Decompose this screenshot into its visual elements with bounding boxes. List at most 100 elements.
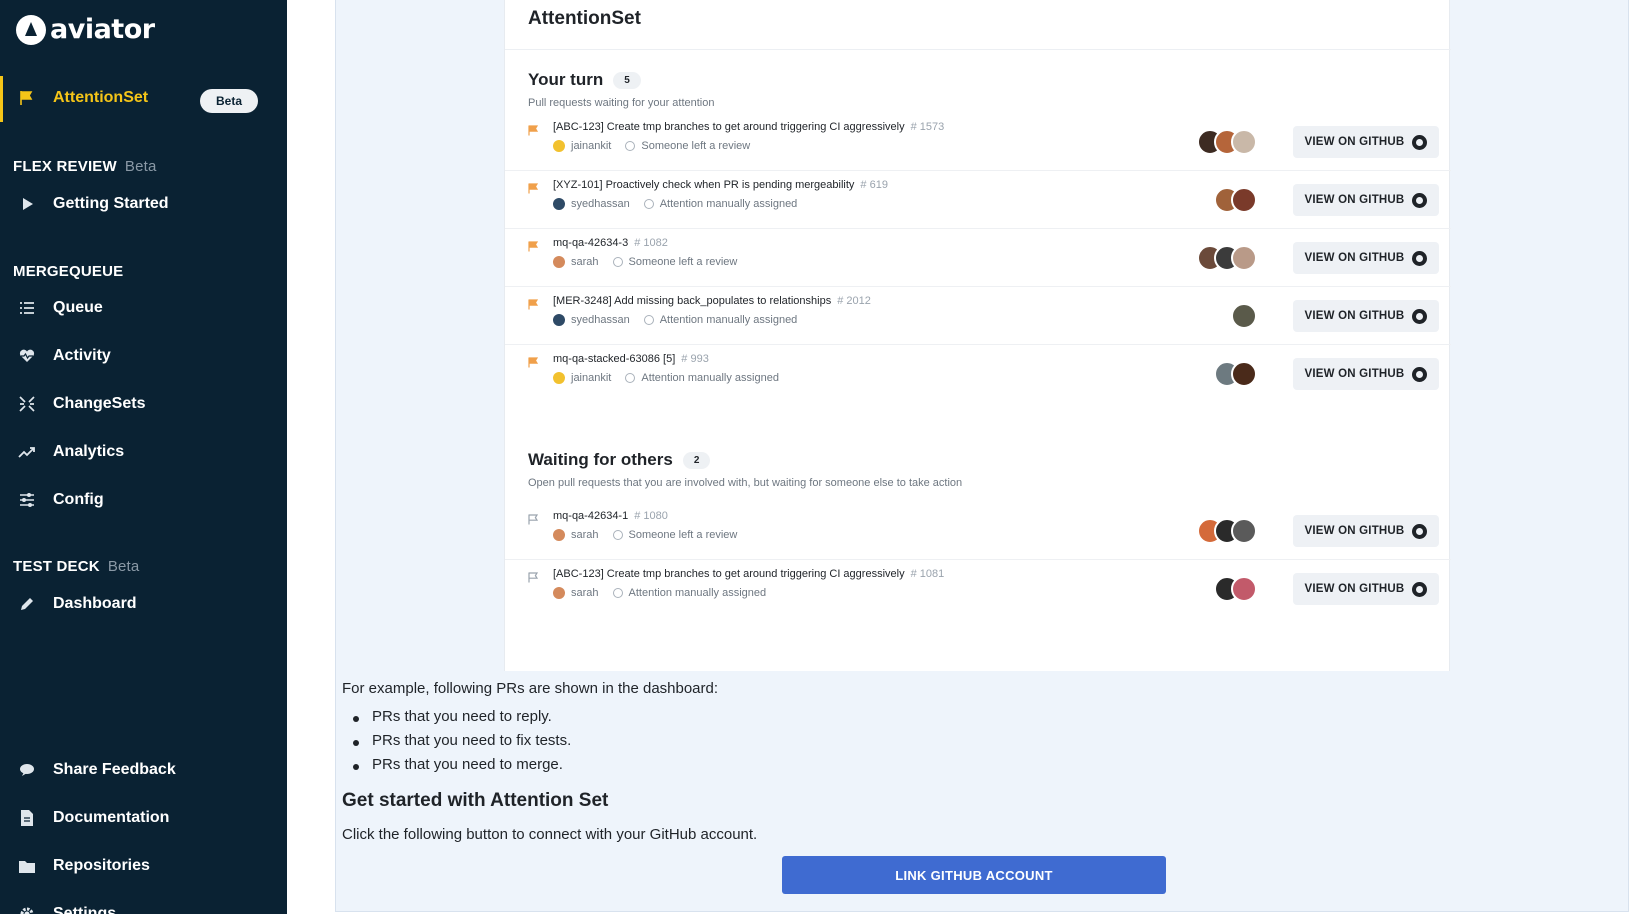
button-label: VIEW ON GITHUB bbox=[1304, 194, 1405, 206]
author-avatar bbox=[553, 529, 565, 541]
list-item: PRs that you need to merge. bbox=[342, 756, 571, 780]
status-circle-icon bbox=[612, 588, 623, 598]
sidebar-item-queue[interactable]: Queue bbox=[0, 288, 287, 328]
pr-title[interactable]: [ABC-123] Create tmp branches to get aro… bbox=[553, 568, 944, 580]
pr-title[interactable]: mq-qa-42634-1 # 1080 bbox=[553, 510, 668, 522]
section-title-text: FLEX REVIEW bbox=[13, 158, 117, 175]
github-icon bbox=[1412, 192, 1428, 208]
view-on-github-button[interactable]: VIEW ON GITHUB bbox=[1293, 126, 1439, 158]
pr-number: # 993 bbox=[681, 353, 709, 365]
sidebar-item-label: Analytics bbox=[53, 443, 125, 460]
sidebar-item-label: Dashboard bbox=[53, 595, 137, 612]
group-title: Your turn bbox=[528, 70, 604, 89]
section-heading: Get started with Attention Set bbox=[342, 790, 609, 811]
sidebar-item-documentation[interactable]: Documentation bbox=[0, 798, 287, 838]
brand-name: aviator bbox=[50, 14, 155, 45]
card-title: AttentionSet bbox=[528, 8, 641, 29]
sidebar-item-settings[interactable]: Settings bbox=[0, 894, 287, 914]
play-icon bbox=[16, 195, 38, 213]
main-content: AttentionSet Your turn 5 Pull requests w… bbox=[335, 0, 1629, 912]
flag-icon bbox=[528, 241, 539, 252]
sidebar-item-dashboard[interactable]: Dashboard bbox=[0, 584, 287, 624]
reviewer-avatars bbox=[1214, 361, 1257, 387]
pr-title[interactable]: [XYZ-101] Proactively check when PR is p… bbox=[553, 179, 888, 191]
sidebar-item-config[interactable]: Config bbox=[0, 480, 287, 520]
pr-row[interactable]: mq-qa-42634-1 # 1080 sarah Someone left a r… bbox=[505, 502, 1451, 560]
doc-body: Click the following button to connect wi… bbox=[342, 826, 758, 843]
avatar bbox=[1231, 129, 1257, 155]
attentionset-preview-card: AttentionSet Your turn 5 Pull requests w… bbox=[504, 0, 1451, 671]
flag-icon bbox=[528, 183, 539, 194]
pr-number: # 1081 bbox=[910, 568, 945, 580]
pr-meta: sarah Someone left a review bbox=[553, 529, 737, 541]
divider bbox=[505, 49, 1451, 50]
flag-icon bbox=[16, 89, 38, 107]
pr-row[interactable]: [ABC-123] Create tmp branches to get aro… bbox=[505, 560, 1451, 618]
group-title: Waiting for others bbox=[528, 450, 673, 469]
your-turn-header: Your turn 5 bbox=[528, 70, 641, 90]
author-avatar bbox=[553, 587, 565, 599]
sidebar-item-activity[interactable]: Activity bbox=[0, 336, 287, 376]
flag-icon bbox=[528, 514, 539, 525]
sidebar-item-label: ChangeSets bbox=[53, 395, 146, 412]
pr-status: Someone left a review bbox=[628, 256, 738, 268]
sidebar-item-label: Settings bbox=[53, 905, 117, 914]
sidebar-item-label: Queue bbox=[53, 299, 103, 316]
pr-status: Attention manually assigned bbox=[641, 372, 779, 384]
github-icon bbox=[1412, 523, 1428, 539]
pr-number: # 1573 bbox=[910, 121, 945, 133]
author-avatar bbox=[553, 372, 565, 384]
flag-icon bbox=[528, 299, 539, 310]
pr-status: Someone left a review bbox=[641, 140, 751, 152]
pr-author: sarah bbox=[571, 587, 599, 599]
pr-title[interactable]: [ABC-123] Create tmp branches to get aro… bbox=[553, 121, 944, 133]
view-on-github-button[interactable]: VIEW ON GITHUB bbox=[1293, 573, 1439, 605]
heartbeat-icon bbox=[16, 347, 38, 365]
list-icon bbox=[16, 299, 38, 317]
sidebar-item-attentionset[interactable]: AttentionSet Beta bbox=[0, 78, 287, 118]
pr-title[interactable]: mq-qa-42634-3 # 1082 bbox=[553, 237, 668, 249]
section-title-test-deck: TEST DECK Beta bbox=[13, 558, 139, 575]
reviewer-avatars bbox=[1231, 303, 1257, 329]
reviewer-avatars bbox=[1197, 129, 1257, 155]
pr-row[interactable]: [ABC-123] Create tmp branches to get aro… bbox=[505, 113, 1451, 171]
pr-row[interactable]: [XYZ-101] Proactively check when PR is p… bbox=[505, 171, 1451, 229]
pr-row[interactable]: [MER-3248] Add missing back_populates to… bbox=[505, 287, 1451, 345]
view-on-github-button[interactable]: VIEW ON GITHUB bbox=[1293, 300, 1439, 332]
flag-icon bbox=[528, 357, 539, 368]
status-circle-icon bbox=[625, 141, 636, 151]
count-badge: 5 bbox=[613, 71, 641, 89]
pr-status: Someone left a review bbox=[628, 529, 738, 541]
pr-author: syedhassan bbox=[571, 314, 630, 326]
aviator-logo[interactable]: aviator bbox=[16, 14, 155, 45]
pr-title-text: [XYZ-101] Proactively check when PR is p… bbox=[553, 179, 855, 191]
button-label: VIEW ON GITHUB bbox=[1304, 368, 1405, 380]
pr-row[interactable]: mq-qa-stacked-63086 [5] # 993 jainankit Att… bbox=[505, 345, 1451, 403]
pr-title-text: [ABC-123] Create tmp branches to get aro… bbox=[553, 121, 905, 133]
section-title-flex-review: FLEX REVIEW Beta bbox=[13, 158, 157, 175]
flag-icon bbox=[528, 572, 539, 583]
pr-row[interactable]: mq-qa-42634-3 # 1082 sarah Someone left a r… bbox=[505, 229, 1451, 287]
button-label: VIEW ON GITHUB bbox=[1304, 583, 1405, 595]
flag-icon bbox=[528, 125, 539, 136]
pr-author: sarah bbox=[571, 256, 599, 268]
view-on-github-button[interactable]: VIEW ON GITHUB bbox=[1293, 184, 1439, 216]
sidebar-item-getting-started[interactable]: Getting Started bbox=[0, 184, 287, 224]
link-github-account-button[interactable]: LINK GITHUB ACCOUNT bbox=[782, 856, 1166, 894]
sidebar-item-repositories[interactable]: Repositories bbox=[0, 846, 287, 886]
pr-author: jainankit bbox=[571, 372, 612, 384]
view-on-github-button[interactable]: VIEW ON GITHUB bbox=[1293, 515, 1439, 547]
view-on-github-button[interactable]: VIEW ON GITHUB bbox=[1293, 358, 1439, 390]
avatar bbox=[1231, 576, 1257, 602]
sidebar-item-share-feedback[interactable]: Share Feedback bbox=[0, 750, 287, 790]
pr-title[interactable]: mq-qa-stacked-63086 [5] # 993 bbox=[553, 353, 709, 365]
view-on-github-button[interactable]: VIEW ON GITHUB bbox=[1293, 242, 1439, 274]
pr-author: syedhassan bbox=[571, 198, 630, 210]
group-subtitle: Open pull requests that you are involved… bbox=[528, 477, 963, 489]
sidebar-item-analytics[interactable]: Analytics bbox=[0, 432, 287, 472]
sidebar-item-changesets[interactable]: ChangeSets bbox=[0, 384, 287, 424]
pr-title-text: mq-qa-42634-1 bbox=[553, 510, 629, 522]
status-circle-icon bbox=[643, 199, 654, 209]
status-circle-icon bbox=[643, 315, 654, 325]
pr-title[interactable]: [MER-3248] Add missing back_populates to… bbox=[553, 295, 871, 307]
